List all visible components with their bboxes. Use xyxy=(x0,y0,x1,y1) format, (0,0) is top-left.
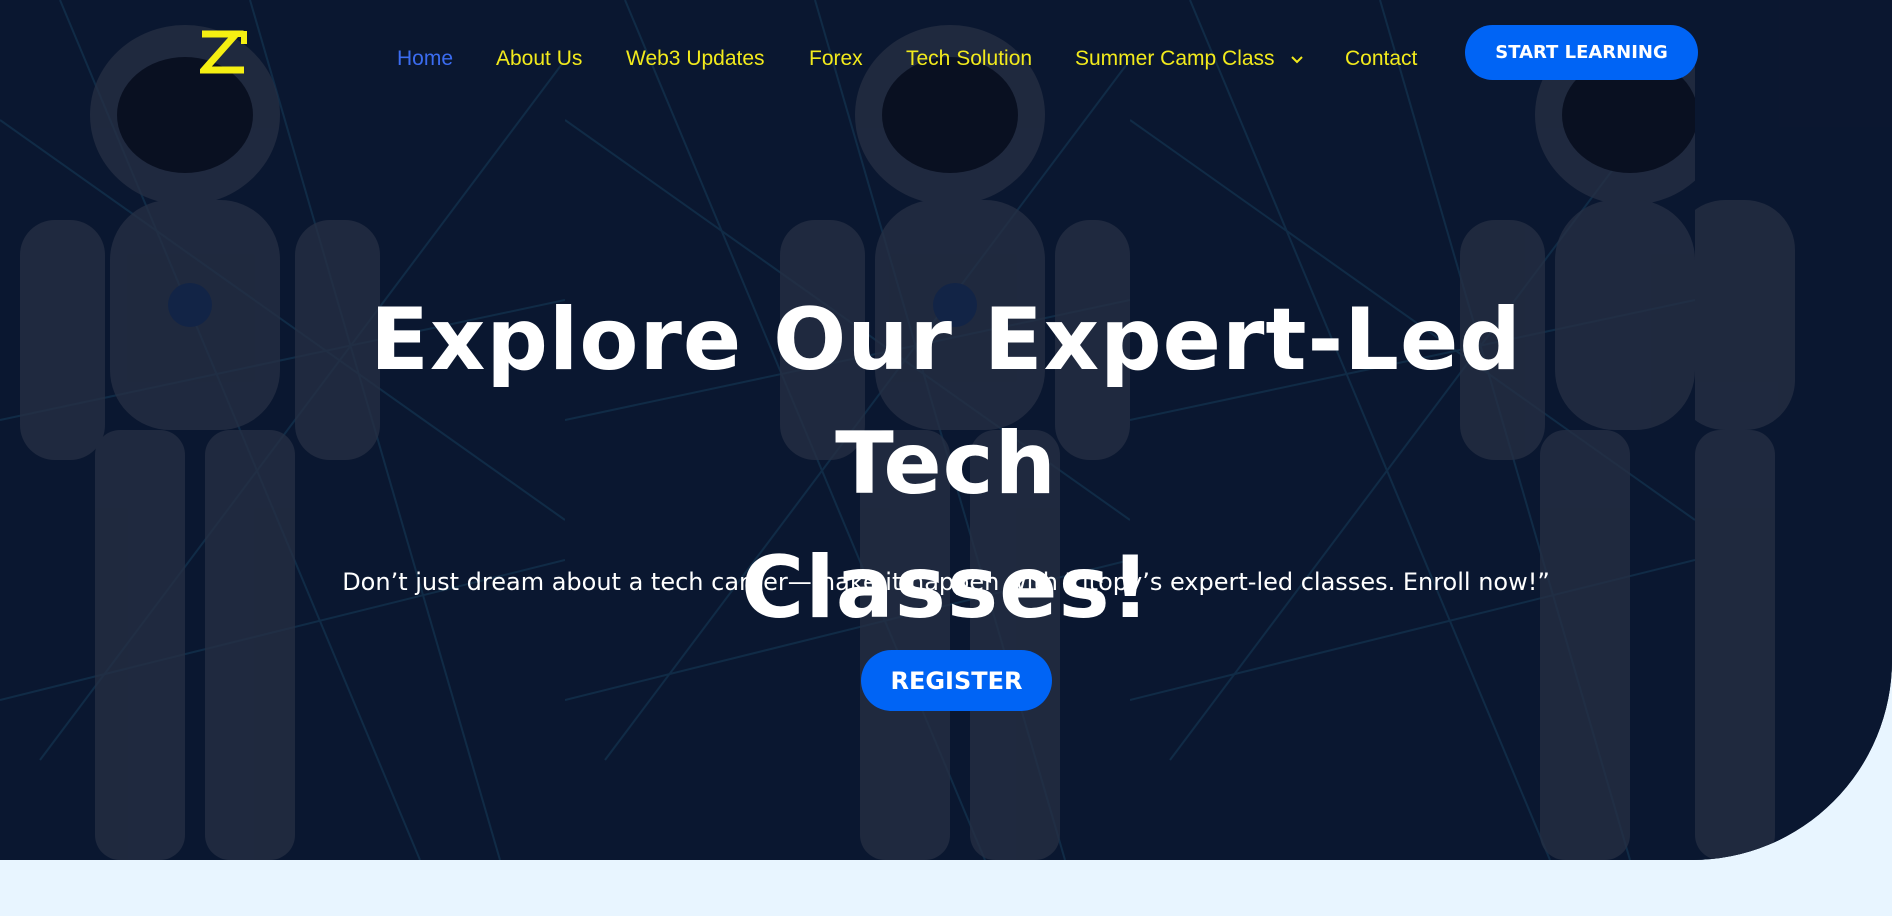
nav-summer-camp-class[interactable]: Summer Camp Class xyxy=(1075,47,1304,71)
register-button[interactable]: REGISTER xyxy=(861,650,1052,711)
start-learning-button[interactable]: START LEARNING xyxy=(1465,25,1698,80)
nav-home[interactable]: Home xyxy=(397,47,453,71)
nav-contact[interactable]: Contact xyxy=(1345,47,1417,71)
zitopy-logo-icon[interactable] xyxy=(196,30,248,76)
hero-headline-line1: Explore Our Expert-Led Tech xyxy=(370,290,1522,514)
nav-tech-solution[interactable]: Tech Solution xyxy=(906,47,1032,71)
nav-about-us[interactable]: About Us xyxy=(496,47,582,71)
top-navigation: Home About Us Web3 Updates Forex Tech So… xyxy=(0,0,1892,110)
hero-section: Home About Us Web3 Updates Forex Tech So… xyxy=(0,0,1892,860)
nav-summer-camp-label: Summer Camp Class xyxy=(1075,47,1275,70)
nav-web3-updates[interactable]: Web3 Updates xyxy=(626,47,765,71)
nav-forex[interactable]: Forex xyxy=(809,47,863,71)
hero-subtitle: Don’t just dream about a tech career—mak… xyxy=(342,568,1550,596)
chevron-down-icon xyxy=(1290,47,1304,71)
